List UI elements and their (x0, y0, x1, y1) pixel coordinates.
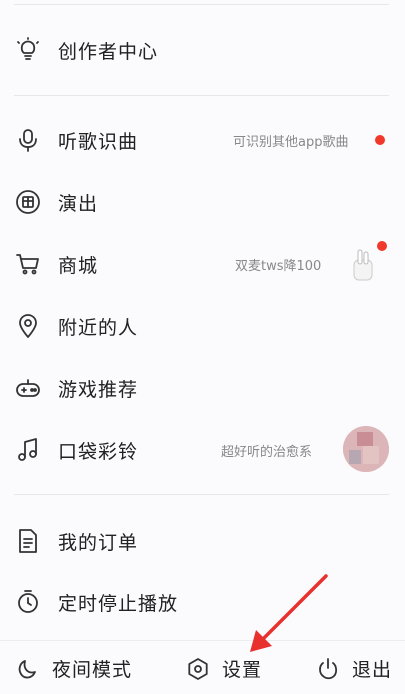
moon-icon (18, 659, 36, 678)
menu-item-games[interactable]: 游戏推荐 (0, 364, 405, 412)
lightbulb-icon (14, 36, 42, 64)
menu-item-timer-stop[interactable]: 定时停止播放 (0, 578, 405, 626)
document-icon (14, 527, 42, 555)
bottom-bar: 夜间模式 设置 退出 (0, 640, 405, 694)
music-note-icon (14, 436, 42, 464)
menu-label-mall: 商城 (58, 254, 99, 277)
notification-badge (375, 135, 385, 145)
menu-label-games: 游戏推荐 (58, 378, 139, 401)
gamepad-icon (14, 374, 42, 402)
listen-song-hint: 可识别其他app歌曲 (233, 134, 349, 150)
location-pin-icon (14, 312, 42, 340)
menu-label-listen-song: 听歌识曲 (58, 130, 139, 153)
exit-button[interactable]: 退出 (316, 655, 392, 682)
ticket-icon (14, 188, 42, 216)
menu-item-listen-song[interactable]: 听歌识曲 可识别其他app歌曲 (0, 116, 405, 164)
menu-label-nearby: 附近的人 (58, 316, 139, 339)
exit-label: 退出 (352, 659, 393, 681)
notification-badge (377, 241, 387, 251)
menu-label-ringtone: 口袋彩铃 (58, 440, 139, 463)
mall-hint: 双麦tws降100 (235, 258, 322, 274)
menu-item-nearby[interactable]: 附近的人 (0, 302, 405, 350)
settings-label: 设置 (222, 659, 263, 681)
microphone-icon (14, 126, 42, 154)
timer-icon (14, 588, 42, 616)
menu-label-timer-stop: 定时停止播放 (58, 592, 179, 615)
menu-label-creator-center: 创作者中心 (58, 40, 159, 63)
night-mode-label: 夜间模式 (52, 659, 133, 681)
menu-item-creator-center[interactable]: 创作者中心 (0, 26, 405, 74)
settings-button[interactable]: 设置 (186, 655, 262, 682)
night-mode-button[interactable]: 夜间模式 (16, 655, 132, 682)
earbuds-thumbnail (352, 246, 376, 282)
top-divider (14, 4, 389, 5)
shopping-cart-icon (14, 250, 42, 278)
section-divider (14, 494, 389, 495)
power-icon (319, 657, 338, 679)
gear-icon (188, 657, 208, 680)
ringtone-hint: 超好听的治愈系 (221, 444, 313, 460)
menu-item-ringtone[interactable]: 口袋彩铃 超好听的治愈系 (0, 426, 405, 474)
menu-label-shows: 演出 (58, 192, 99, 215)
menu-item-mall[interactable]: 商城 双麦tws降100 (0, 240, 405, 288)
menu-label-my-orders: 我的订单 (58, 531, 139, 554)
menu-item-shows[interactable]: 演出 (0, 178, 405, 226)
ringtone-thumbnail (343, 426, 389, 472)
section-divider (14, 95, 389, 96)
menu-item-my-orders[interactable]: 我的订单 (0, 517, 405, 565)
